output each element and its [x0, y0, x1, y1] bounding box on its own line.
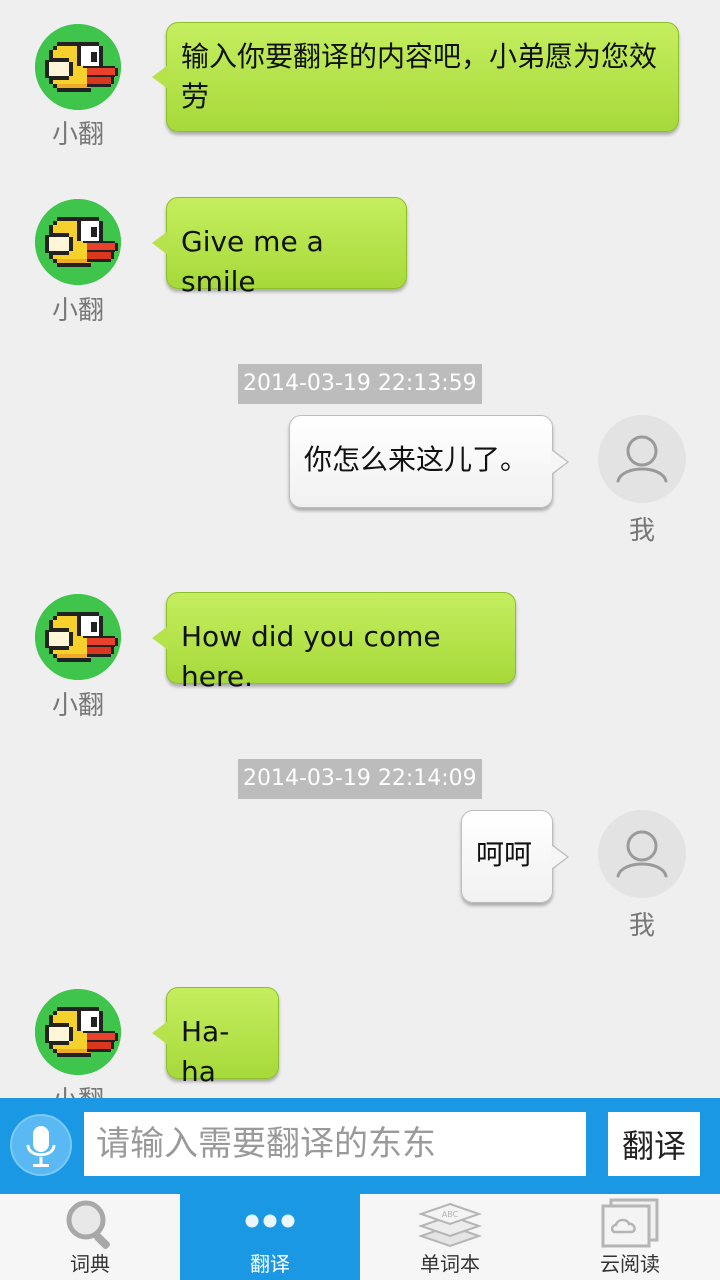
message-text: Ha-ha: [181, 1015, 230, 1088]
tab-label: 云阅读: [600, 1252, 660, 1276]
bird-avatar-icon: [35, 594, 121, 680]
tab-label: 词典: [70, 1252, 110, 1276]
my-avatar[interactable]: [598, 810, 686, 898]
bubble-tail: [551, 844, 567, 869]
dots-icon: [245, 1214, 295, 1228]
voice-input-button[interactable]: [10, 1114, 72, 1176]
input-bar: 翻译: [0, 1098, 720, 1194]
message-text: How did you come here.: [181, 620, 441, 693]
message-text: 你怎么来这儿了。: [304, 443, 529, 476]
my-message-bubble[interactable]: 呵呵: [461, 810, 569, 903]
bird-avatar-icon: [35, 24, 121, 110]
chat-message-bot: 小翻 Ha-ha: [0, 970, 720, 1100]
bot-message-bubble[interactable]: Ha-ha: [152, 987, 279, 1088]
tab-wordbook[interactable]: ABC 单词本: [360, 1194, 540, 1280]
bot-nickname: 小翻: [51, 691, 104, 721]
magnifier-icon: [66, 1200, 110, 1249]
bot-message-bubble[interactable]: How did you come here.: [152, 592, 516, 693]
bird-avatar-icon: [35, 989, 121, 1075]
tab-dictionary[interactable]: 词典: [0, 1194, 180, 1280]
bot-avatar[interactable]: [35, 199, 121, 285]
chat-area[interactable]: 小翻 输入你要翻译的内容吧，小弟愿为您效劳 小翻 Give me a smile…: [0, 0, 720, 1100]
translate-button[interactable]: 翻译: [608, 1112, 700, 1176]
my-nickname: 我: [628, 911, 655, 941]
bird-avatar-icon: [35, 199, 121, 285]
bot-avatar[interactable]: [35, 24, 121, 110]
bot-nickname: 小翻: [28, 1080, 128, 1100]
message-timestamp: 2014-03-19 22:13:59: [238, 364, 482, 404]
bot-message-bubble[interactable]: 输入你要翻译的内容吧，小弟愿为您效劳: [152, 22, 679, 132]
message-text: 输入你要翻译的内容吧，小弟愿为您效劳: [181, 40, 658, 113]
message-text: Give me a smile: [181, 225, 324, 298]
chat-message-me: 呵呵 我: [0, 805, 720, 955]
bot-avatar[interactable]: [35, 989, 121, 1075]
tab-label: 单词本: [420, 1252, 480, 1276]
my-message-bubble[interactable]: 你怎么来这儿了。: [289, 415, 569, 508]
bot-nickname: 小翻: [51, 120, 104, 150]
chat-message-me: 你怎么来这儿了。 我: [0, 410, 720, 560]
bubble-tail: [152, 231, 168, 255]
tab-translate[interactable]: 翻译: [180, 1194, 360, 1280]
translate-input[interactable]: [84, 1112, 586, 1176]
person-icon: [598, 810, 686, 898]
chat-message-bot: 小翻 输入你要翻译的内容吧，小弟愿为您效劳: [0, 0, 720, 160]
chat-message-bot: 小翻 How did you come here.: [0, 575, 720, 725]
message-text: 呵呵: [476, 838, 533, 871]
bot-nickname: 小翻: [51, 296, 104, 326]
my-avatar[interactable]: [598, 415, 686, 503]
tab-cloud-reading[interactable]: 云阅读: [540, 1194, 720, 1280]
microphone-icon: [26, 1126, 56, 1167]
bubble-tail: [152, 1021, 168, 1045]
bot-message-bubble[interactable]: Give me a smile: [152, 197, 407, 298]
bubble-tail: [152, 65, 168, 89]
word-book-icon: ABC: [417, 1202, 483, 1248]
message-timestamp: 2014-03-19 22:14:09: [238, 759, 482, 799]
bubble-tail: [551, 449, 567, 474]
bubble-tail: [152, 626, 168, 650]
chat-message-bot: 小翻 Give me a smile: [0, 180, 720, 330]
bot-avatar[interactable]: [35, 594, 121, 680]
tab-label: 翻译: [250, 1252, 290, 1276]
svg-text:ABC: ABC: [442, 1210, 459, 1219]
person-icon: [598, 415, 686, 503]
my-nickname: 我: [628, 516, 655, 546]
cloud-reader-icon: [601, 1198, 659, 1248]
bottom-tab-bar: 词典 翻译 ABC 单词本 云阅读: [0, 1194, 720, 1280]
